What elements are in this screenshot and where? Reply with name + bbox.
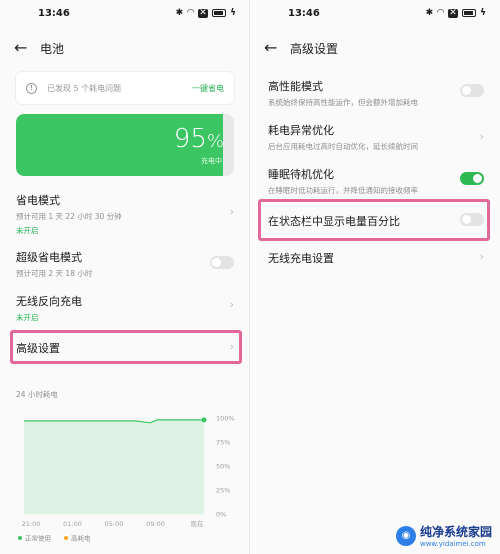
item-title: 无线反向充电	[16, 295, 82, 308]
y-tick-label: 75%	[216, 439, 230, 447]
status-time: 13:46	[38, 8, 70, 19]
watermark-logo-icon: ◉	[395, 525, 416, 546]
notice-text: 已发现 5 个耗电问题	[47, 83, 122, 93]
item-status: 未开启	[16, 226, 39, 235]
item-subtitle: 预计可用 1 天 22 小时 30 分钟	[16, 212, 122, 221]
x-tick-label: 05:00	[105, 520, 124, 528]
highlight-box	[258, 199, 490, 241]
item-title: 睡眠待机优化	[268, 168, 334, 181]
y-tick-label: 50%	[216, 463, 230, 471]
watermark: ◉ 纯净系统家园 www.yidaimei.com	[395, 523, 492, 548]
item-status: 未开启	[16, 313, 39, 322]
battery-percent: 95%	[173, 124, 224, 154]
info-icon: !	[26, 82, 37, 94]
y-tick-label: 100%	[216, 415, 235, 423]
page-title: 高级设置	[290, 41, 339, 56]
sleep-standby-toggle[interactable]	[460, 172, 484, 185]
power-issue-notice[interactable]: ! 已发现 5 个耗电问题 一键省电	[16, 72, 234, 104]
legend-swatch	[64, 536, 68, 540]
battery-status-icon	[462, 9, 477, 17]
chart-title: 24 小时耗电	[16, 390, 58, 399]
abnormal-drain-item[interactable]: 耗电异常优化 后台应用耗电过高时自动优化，延长续航时间 ›	[268, 122, 488, 152]
page-title: 电池	[40, 41, 65, 56]
page-header: ← 电池	[14, 38, 64, 58]
back-arrow-icon[interactable]: ←	[14, 38, 28, 58]
item-title: 高性能模式	[268, 80, 323, 93]
y-tick-label: 0%	[216, 511, 226, 519]
legend-swatch	[18, 536, 22, 540]
item-subtitle: 后台应用耗电过高时自动优化，延长续航时间	[268, 142, 418, 151]
advanced-settings-screen: 13:46 ✱ ◠ ✕ ϟ ← 高级设置 高性能模式 系统始终保持高性能运作，但…	[250, 0, 500, 554]
usage-chart: 100% 75% 50% 25% 0% 21:00 01:00 05:00 09:00 现在 正…	[18, 415, 235, 543]
wireless-charging-settings-item[interactable]: 无线充电设置 ›	[268, 250, 488, 266]
charging-icon: ϟ	[480, 8, 486, 18]
x-tick-label: 21:00	[22, 520, 41, 528]
chevron-right-icon: ›	[479, 130, 484, 143]
item-subtitle: 在睡眠时低功耗运行，并降低通知的接收频率	[268, 186, 418, 195]
one-tap-save-button[interactable]: 一键省电	[192, 83, 224, 94]
wifi-icon: ◠	[437, 8, 445, 18]
chevron-right-icon: ›	[479, 250, 484, 263]
item-title: 无线充电设置	[268, 252, 334, 265]
y-tick-label: 25%	[216, 487, 230, 495]
battery-level-card: 95% 充电中	[16, 114, 234, 176]
super-power-saving-item[interactable]: 超级省电模式 预计可用 2 天 18 小时	[16, 249, 238, 279]
status-icons: ✱ ◠ ✕ ϟ	[176, 8, 236, 18]
wifi-icon: ◠	[187, 8, 195, 18]
chevron-right-icon: ›	[229, 298, 234, 311]
power-saving-mode-item[interactable]: 省电模式 预计可用 1 天 22 小时 30 分钟 未开启 ›	[16, 192, 238, 236]
highlight-box	[10, 330, 242, 364]
item-subtitle: 系统始终保持高性能运作，但会额外增加耗电	[268, 98, 418, 107]
item-title: 耗电异常优化	[268, 124, 334, 137]
status-icons: ✱ ◠ ✕ ϟ	[426, 8, 486, 18]
high-performance-item[interactable]: 高性能模式 系统始终保持高性能运作，但会额外增加耗电	[268, 78, 488, 108]
back-arrow-icon[interactable]: ←	[264, 38, 278, 58]
chevron-right-icon: ›	[229, 205, 234, 218]
bluetooth-icon: ✱	[425, 8, 434, 18]
high-performance-toggle[interactable]	[460, 84, 484, 97]
item-title: 省电模式	[16, 194, 60, 207]
item-subtitle: 预计可用 2 天 18 小时	[16, 269, 93, 278]
x-tick-label: 09:00	[146, 520, 165, 528]
status-time: 13:46	[288, 8, 320, 19]
page-header: ← 高级设置	[264, 38, 338, 58]
watermark-name: 纯净系统家园	[419, 525, 492, 539]
legend-label: 高耗电	[71, 534, 91, 543]
legend-label: 正常使用	[25, 534, 51, 543]
sim-icon: ✕	[198, 7, 209, 18]
charging-icon: ϟ	[230, 8, 236, 18]
x-tick-label: 现在	[191, 519, 205, 528]
status-bar: 13:46 ✱ ◠ ✕ ϟ	[250, 8, 500, 24]
bluetooth-icon: ✱	[175, 8, 184, 18]
status-bar: 13:46 ✱ ◠ ✕ ϟ	[0, 8, 250, 24]
current-point	[201, 417, 207, 423]
wireless-reverse-charging-item[interactable]: 无线反向充电 未开启 ›	[16, 293, 238, 323]
super-power-saving-toggle[interactable]	[210, 256, 234, 269]
item-title: 超级省电模式	[16, 251, 82, 264]
x-tick-label: 01:00	[63, 520, 82, 528]
battery-screen: 13:46 ✱ ◠ ✕ ϟ ← 电池 ! 已发现 5 个耗电问题 一键省电 95…	[0, 0, 250, 554]
charging-label: 充电中	[201, 157, 222, 165]
sleep-standby-item[interactable]: 睡眠待机优化 在睡眠时低功耗运行，并降低通知的接收频率	[268, 166, 488, 196]
watermark-url: www.yidaimei.com	[419, 540, 486, 548]
usage-area	[24, 419, 204, 514]
sim-icon: ✕	[448, 7, 459, 18]
battery-status-icon	[212, 9, 227, 17]
